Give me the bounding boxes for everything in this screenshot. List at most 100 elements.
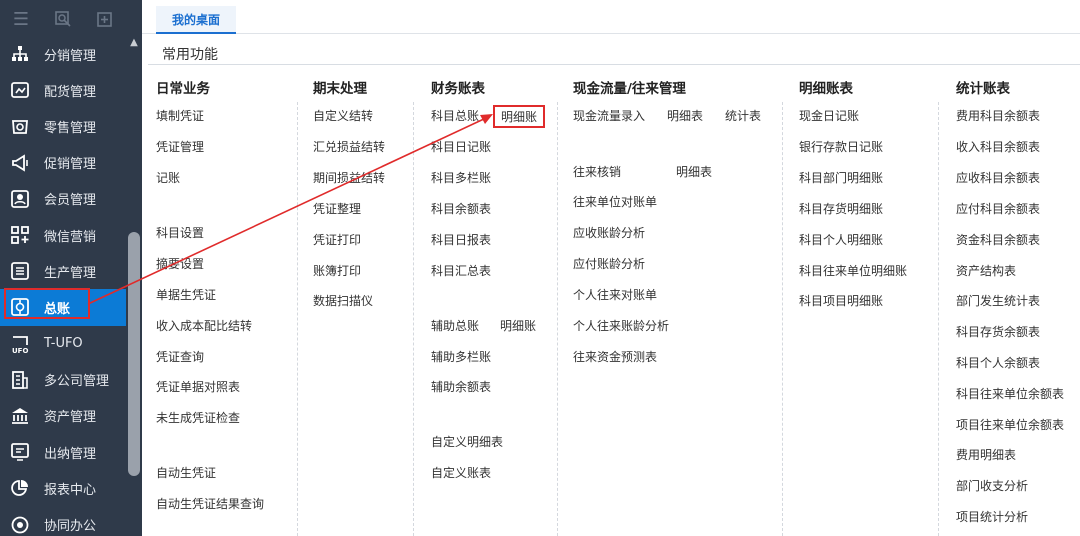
link-voucher-management[interactable]: 凭证管理 — [156, 138, 204, 155]
divider — [148, 64, 1080, 65]
link-voucher-organize[interactable]: 凭证整理 — [313, 200, 361, 217]
column-title-daily-business: 日常业务 — [156, 81, 210, 97]
sidebar-item-label: 配货管理 — [44, 84, 97, 100]
link-project-detail[interactable]: 科目项目明细账 — [799, 292, 883, 309]
link-account-balance[interactable]: 科目余额表 — [431, 200, 491, 217]
link-fund-balance[interactable]: 资金科目余额表 — [956, 231, 1040, 248]
ufo-report-icon: UFO — [9, 333, 31, 355]
sidebar-item-member[interactable]: 会员管理 — [0, 181, 126, 217]
link-personal-aging[interactable]: 个人往来账龄分析 — [573, 317, 669, 334]
link-custom-detail[interactable]: 自定义明细表 — [431, 433, 503, 450]
link-income-cost-matching[interactable]: 收入成本配比结转 — [156, 317, 252, 334]
link-period-profit-loss[interactable]: 期间损益结转 — [313, 169, 385, 186]
sidebar-item-label: 报表中心 — [44, 482, 97, 498]
column-title-detail-reports: 明细账表 — [799, 81, 853, 97]
link-expense-detail[interactable]: 费用明细表 — [956, 446, 1016, 463]
link-account-journal[interactable]: 科目日记账 — [431, 138, 491, 155]
store-icon — [9, 115, 31, 137]
link-asset-structure[interactable]: 资产结构表 — [956, 262, 1016, 279]
link-ap-aging[interactable]: 应付账龄分析 — [573, 255, 645, 272]
sidebar-item-cashier[interactable]: 出纳管理 — [0, 434, 126, 470]
link-ar-aging[interactable]: 应收账龄分析 — [573, 224, 645, 241]
column-divider — [557, 102, 558, 536]
link-unit-detail[interactable]: 科目往来单位明细账 — [799, 262, 907, 279]
link-custom-transfer[interactable]: 自定义结转 — [313, 107, 373, 124]
link-account-setup[interactable]: 科目设置 — [156, 224, 204, 241]
link-unit-statement[interactable]: 往来单位对账单 — [573, 193, 657, 210]
link-voucher-print[interactable]: 凭证打印 — [313, 231, 361, 248]
link-aux-balance[interactable]: 辅助余额表 — [431, 378, 491, 395]
link-fund-forecast[interactable]: 往来资金预测表 — [573, 348, 657, 365]
link-project-unit-balance[interactable]: 项目往来单位余额表 — [956, 416, 1064, 433]
link-unit-balance[interactable]: 科目往来单位余额表 — [956, 385, 1064, 402]
sidebar-item-report-center[interactable]: 报表中心 — [0, 470, 126, 506]
link-bank-journal[interactable]: 银行存款日记账 — [799, 138, 883, 155]
sidebar-item-wechat[interactable]: 微信营销 — [0, 217, 126, 253]
link-dept-income-analysis[interactable]: 部门收支分析 — [956, 477, 1028, 494]
sidebar-item-production[interactable]: 生产管理 — [0, 253, 126, 289]
new-window-icon[interactable] — [84, 0, 126, 38]
sidebar-item-label: 会员管理 — [44, 193, 97, 209]
link-account-general-ledger[interactable]: 科目总账 — [431, 107, 479, 124]
link-ungenerated-voucher-check[interactable]: 未生成凭证检查 — [156, 409, 240, 426]
link-project-analysis[interactable]: 项目统计分析 — [956, 508, 1028, 525]
delivery-icon — [9, 79, 31, 101]
sidebar: ☰ 分销管理 配货管理 零售管理 促销管理 会员管理 微信营销 生产管理 总账 … — [0, 0, 142, 536]
sidebar-item-label: 生产管理 — [44, 265, 97, 281]
link-auto-voucher[interactable]: 自动生凭证 — [156, 464, 216, 481]
link-voucher-query[interactable]: 凭证查询 — [156, 348, 204, 365]
link-receivable-balance[interactable]: 应收科目余额表 — [956, 169, 1040, 186]
link-cashflow-entry[interactable]: 现金流量录入 — [573, 107, 645, 124]
link-dept-detail[interactable]: 科目部门明细账 — [799, 169, 883, 186]
link-personal-statement[interactable]: 个人往来对账单 — [573, 286, 657, 303]
link-inventory-detail[interactable]: 科目存货明细账 — [799, 200, 883, 217]
scroll-up-icon[interactable]: ▲ — [128, 38, 140, 48]
tab-my-desktop[interactable]: 我的桌面 — [156, 6, 237, 34]
link-personal-balance[interactable]: 科目个人余额表 — [956, 354, 1040, 371]
search-icon[interactable] — [42, 0, 84, 38]
sidebar-item-promotion[interactable]: 促销管理 — [0, 145, 126, 181]
sidebar-item-collaboration[interactable]: 协同办公 — [0, 506, 126, 536]
link-account-daily-report[interactable]: 科目日报表 — [431, 231, 491, 248]
menu-icon[interactable]: ☰ — [0, 0, 42, 38]
link-document-to-voucher[interactable]: 单据生凭证 — [156, 286, 216, 303]
link-detail-ledger[interactable]: 明细账 — [493, 105, 546, 128]
link-auto-voucher-result[interactable]: 自动生凭证结果查询 — [156, 495, 264, 512]
link-exchange-gain-loss[interactable]: 汇兑损益结转 — [313, 138, 385, 155]
link-reconciliation-detail[interactable]: 明细表 — [676, 163, 712, 180]
link-aux-detail-ledger[interactable]: 明细账 — [500, 317, 536, 334]
sidebar-item-t-ufo[interactable]: UFO T-UFO — [0, 326, 126, 362]
sidebar-item-general-ledger[interactable]: 总账 — [0, 289, 126, 326]
sidebar-item-retail[interactable]: 零售管理 — [0, 108, 126, 144]
link-income-balance[interactable]: 收入科目余额表 — [956, 138, 1040, 155]
link-dept-stats[interactable]: 部门发生统计表 — [956, 292, 1040, 309]
sidebar-item-assets[interactable]: 资产管理 — [0, 398, 126, 434]
member-card-icon — [9, 188, 31, 210]
column-divider — [297, 102, 298, 536]
sidebar-scroll-thumb[interactable] — [128, 232, 140, 476]
sidebar-item-label: 促销管理 — [44, 157, 97, 173]
link-expense-balance[interactable]: 费用科目余额表 — [956, 107, 1040, 124]
link-account-summary[interactable]: 科目汇总表 — [431, 262, 491, 279]
link-payable-balance[interactable]: 应付科目余额表 — [956, 200, 1040, 217]
sidebar-item-multi-company[interactable]: 多公司管理 — [0, 362, 126, 398]
sidebar-item-distribution[interactable]: 分销管理 — [0, 36, 126, 72]
link-inventory-balance[interactable]: 科目存货余额表 — [956, 323, 1040, 340]
link-fill-voucher[interactable]: 填制凭证 — [156, 107, 204, 124]
link-summary-setup[interactable]: 摘要设置 — [156, 255, 204, 272]
link-personal-detail[interactable]: 科目个人明细账 — [799, 231, 883, 248]
link-data-scanner[interactable]: 数据扫描仪 — [313, 292, 373, 309]
sidebar-item-delivery[interactable]: 配货管理 — [0, 72, 126, 108]
link-aux-multicolumn[interactable]: 辅助多栏账 — [431, 348, 491, 365]
link-voucher-document-compare[interactable]: 凭证单据对照表 — [156, 378, 240, 395]
link-cashflow-detail[interactable]: 明细表 — [667, 107, 703, 124]
link-account-multicolumn[interactable]: 科目多栏账 — [431, 169, 491, 186]
link-book-print[interactable]: 账簿打印 — [313, 262, 361, 279]
link-reconciliation[interactable]: 往来核销 — [573, 163, 621, 180]
link-aux-general-ledger[interactable]: 辅助总账 — [431, 317, 479, 334]
link-cashflow-stats[interactable]: 统计表 — [725, 107, 761, 124]
sidebar-item-label: 分销管理 — [44, 48, 97, 64]
link-custom-report[interactable]: 自定义账表 — [431, 464, 491, 481]
link-post-ledger[interactable]: 记账 — [156, 169, 180, 186]
link-cash-journal[interactable]: 现金日记账 — [799, 107, 859, 124]
